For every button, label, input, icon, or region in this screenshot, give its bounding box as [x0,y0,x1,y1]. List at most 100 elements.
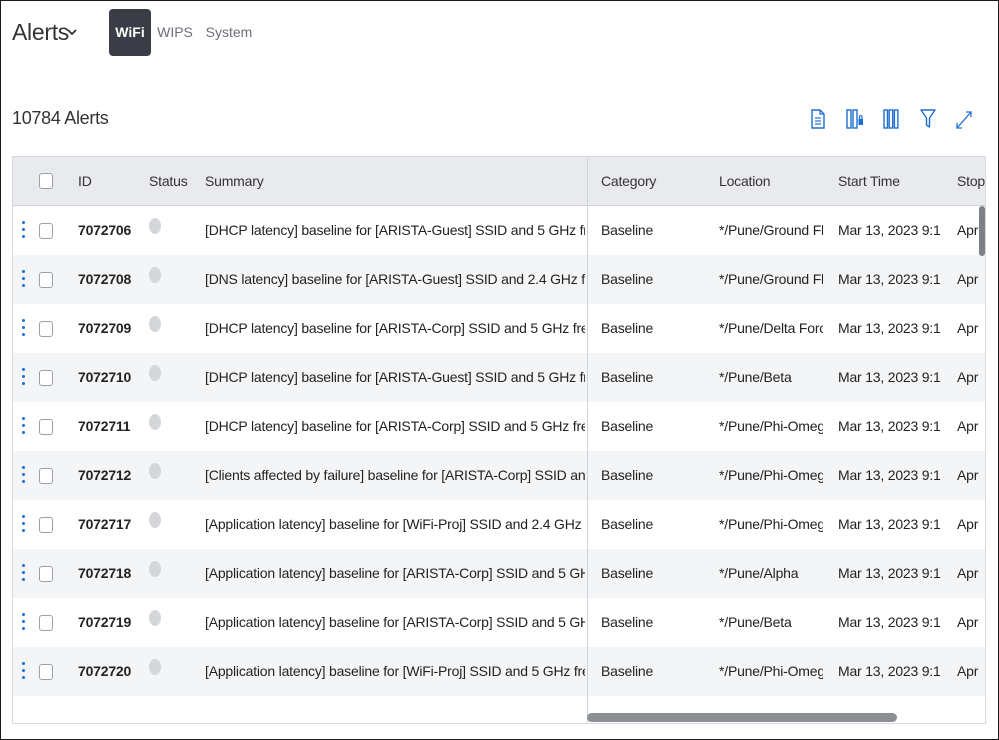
row-actions-kebab-icon[interactable] [19,368,27,390]
cell-summary: [Clients affected by failure] baseline f… [205,467,585,483]
row-actions-kebab-icon[interactable] [19,466,27,488]
table-row[interactable]: 7072711 [DHCP latency] baseline for [ARIS… [13,402,985,451]
row-actions-kebab-icon[interactable] [19,221,27,243]
cell-start-time: Mar 13, 2023 9:15 PM [838,663,941,679]
cell-location: */Pune/Phi-Omega [719,467,823,483]
table-row[interactable]: 7072718 [Application latency] baseline fo… [13,549,985,598]
cell-summary: [DHCP latency] baseline for [ARISTA-Gues… [205,369,585,385]
horizontal-scrollbar[interactable] [587,713,897,722]
cell-id: 7072709 [78,320,132,336]
divider [12,723,986,724]
column-header-summary[interactable]: Summary [205,157,325,206]
select-all-checkbox[interactable] [39,173,53,189]
cell-stop-time: Apr a [957,565,979,581]
cell-id: 7072720 [78,663,132,679]
page-title[interactable]: Alerts [12,19,69,46]
cell-stop-time: Apr : [957,271,979,287]
table-row[interactable]: 7072709 [DHCP latency] baseline for [ARIS… [13,304,985,353]
cell-location: */Pune/Alpha [719,565,799,581]
status-indicator-icon [149,316,161,332]
cell-start-time: Mar 13, 2023 9:15 PM [838,565,941,581]
row-checkbox[interactable] [39,223,53,239]
cell-start-time: Mar 13, 2023 9:15 PM [838,271,941,287]
status-indicator-icon [149,512,161,528]
column-header-category[interactable]: Category [601,157,701,206]
row-actions-kebab-icon[interactable] [19,270,27,292]
cell-category: Baseline [601,516,654,532]
expand-icon[interactable] [952,105,976,133]
cell-start-time: Mar 13, 2023 9:15 PM [838,222,941,238]
cell-location: */Pune/Ground Floo [719,222,823,238]
cell-stop-time: Apr : [957,663,979,679]
status-indicator-icon [149,561,161,577]
table-header: ID Status Summary Category Location Star… [13,157,985,206]
cell-location: */Pune/Phi-Omega [719,516,823,532]
row-actions-kebab-icon[interactable] [19,319,27,341]
row-checkbox[interactable] [39,419,53,435]
cell-summary: [Application latency] baseline for [ARIS… [205,614,585,630]
cell-id: 7072710 [78,369,132,385]
tab-system[interactable]: System [203,9,255,56]
column-header-start-time[interactable]: Start Time [838,157,938,206]
cell-category: Baseline [601,614,654,630]
row-checkbox[interactable] [39,370,53,386]
cell-summary: [DNS latency] baseline for [ARISTA-Guest… [205,271,585,287]
table-row[interactable]: 7072710 [DHCP latency] baseline for [ARIS… [13,353,985,402]
row-checkbox[interactable] [39,566,53,582]
vertical-scrollbar[interactable] [979,206,985,256]
status-indicator-icon [149,414,161,430]
row-actions-kebab-icon[interactable] [19,564,27,586]
row-actions-kebab-icon[interactable] [19,515,27,537]
row-actions-kebab-icon[interactable] [19,417,27,439]
row-checkbox[interactable] [39,517,53,533]
cell-location: */Pune/Phi-Omega [719,663,823,679]
cell-id: 7072712 [78,467,132,483]
export-document-icon[interactable] [806,105,830,133]
cell-start-time: Mar 13, 2023 9:15 PM [838,614,941,630]
row-checkbox[interactable] [39,664,53,680]
cell-start-time: Mar 13, 2023 9:15 PM [838,467,941,483]
row-checkbox[interactable] [39,468,53,484]
cell-start-time: Mar 13, 2023 9:15 PM [838,369,941,385]
cell-location: */Pune/Ground Floo [719,271,823,287]
table-row[interactable]: 7072720 [Application latency] baseline fo… [13,647,985,696]
filter-icon[interactable] [916,105,940,133]
column-header-stop-time[interactable]: Stop T [957,157,985,206]
cell-category: Baseline [601,565,654,581]
columns-icon[interactable] [879,105,903,133]
table-row[interactable]: 7072712 [Clients affected by failure] bas… [13,451,985,500]
tab-wips[interactable]: WIPS [156,9,194,56]
table-row[interactable]: 7072717 [Application latency] baseline fo… [13,500,985,549]
tab-wifi[interactable]: WiFi [109,9,151,56]
column-header-status[interactable]: Status [149,157,199,206]
cell-category: Baseline [601,467,654,483]
table-row[interactable]: 7072708 [DNS latency] baseline for [ARIST… [13,255,985,304]
cell-category: Baseline [601,271,654,287]
row-checkbox[interactable] [39,615,53,631]
row-actions-kebab-icon[interactable] [19,613,27,635]
row-actions-kebab-icon[interactable] [19,662,27,684]
column-header-location[interactable]: Location [719,157,819,206]
cell-stop-time: Apr : [957,369,979,385]
row-checkbox[interactable] [39,321,53,337]
cell-location: */Pune/Beta [719,369,792,385]
cell-category: Baseline [601,418,654,434]
status-indicator-icon [149,365,161,381]
cell-stop-time: Apr : [957,418,979,434]
status-indicator-icon [149,463,161,479]
column-header-id[interactable]: ID [78,157,138,206]
cell-location: */Pune/Phi-Omega [719,418,823,434]
column-lock-icon[interactable] [843,105,867,133]
cell-id: 7072717 [78,516,132,532]
cell-id: 7072711 [78,418,131,434]
table-row[interactable]: 7072719 [Application latency] baseline fo… [13,598,985,647]
cell-stop-time: Apr : [957,320,979,336]
cell-start-time: Mar 13, 2023 9:15 PM [838,516,941,532]
cell-stop-time: Apr : [957,516,979,532]
cell-summary: [DHCP latency] baseline for [ARISTA-Gues… [205,222,585,238]
chevron-down-icon[interactable] [66,26,78,38]
row-checkbox[interactable] [39,272,53,288]
alerts-page: Alerts WiFi WIPS System 10784 Alerts ID … [0,0,999,740]
table-row[interactable]: 7072706 [DHCP latency] baseline for [ARIS… [13,206,985,255]
cell-stop-time: Apr [957,467,979,483]
